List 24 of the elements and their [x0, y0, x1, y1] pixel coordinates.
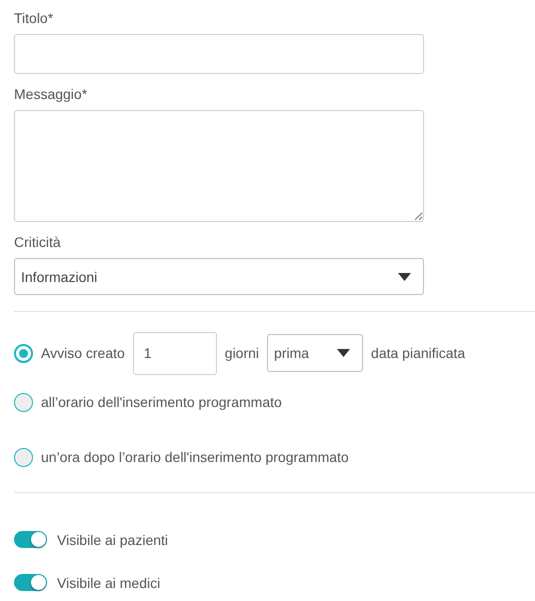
field-label: Titolo* [14, 9, 54, 28]
toggle-switch[interactable] [14, 531, 47, 548]
option-label: Avviso creato [41, 345, 125, 361]
option-label: data pianificata [371, 345, 466, 361]
radio-button[interactable] [14, 344, 33, 362]
radio-button[interactable] [14, 448, 33, 466]
select-value: Informazioni [21, 268, 98, 284]
option-label: un’ora dopo l’orario dell'inserimento programmato [41, 449, 349, 465]
toggle-label: Visibile ai medici [57, 574, 160, 590]
title-field[interactable] [14, 34, 424, 74]
caret-icon [398, 272, 411, 280]
toggle-label: Visibile ai pazienti [57, 532, 168, 548]
field-label: Criticità [14, 233, 62, 252]
radio-button[interactable] [14, 392, 33, 412]
relation-select[interactable]: prima [267, 334, 364, 372]
caret-icon [337, 349, 350, 357]
unit-label: giorni [224, 345, 260, 361]
toggle-switch[interactable] [14, 574, 47, 591]
field-label: Messaggio* [14, 85, 88, 104]
option-label: all’orario dell'inserimento programmato [41, 394, 282, 410]
days-field[interactable]: 1 [132, 332, 217, 374]
select-field[interactable]: Informazioni [14, 258, 424, 295]
message-field[interactable] [14, 110, 424, 222]
select-value: prima [274, 345, 310, 361]
